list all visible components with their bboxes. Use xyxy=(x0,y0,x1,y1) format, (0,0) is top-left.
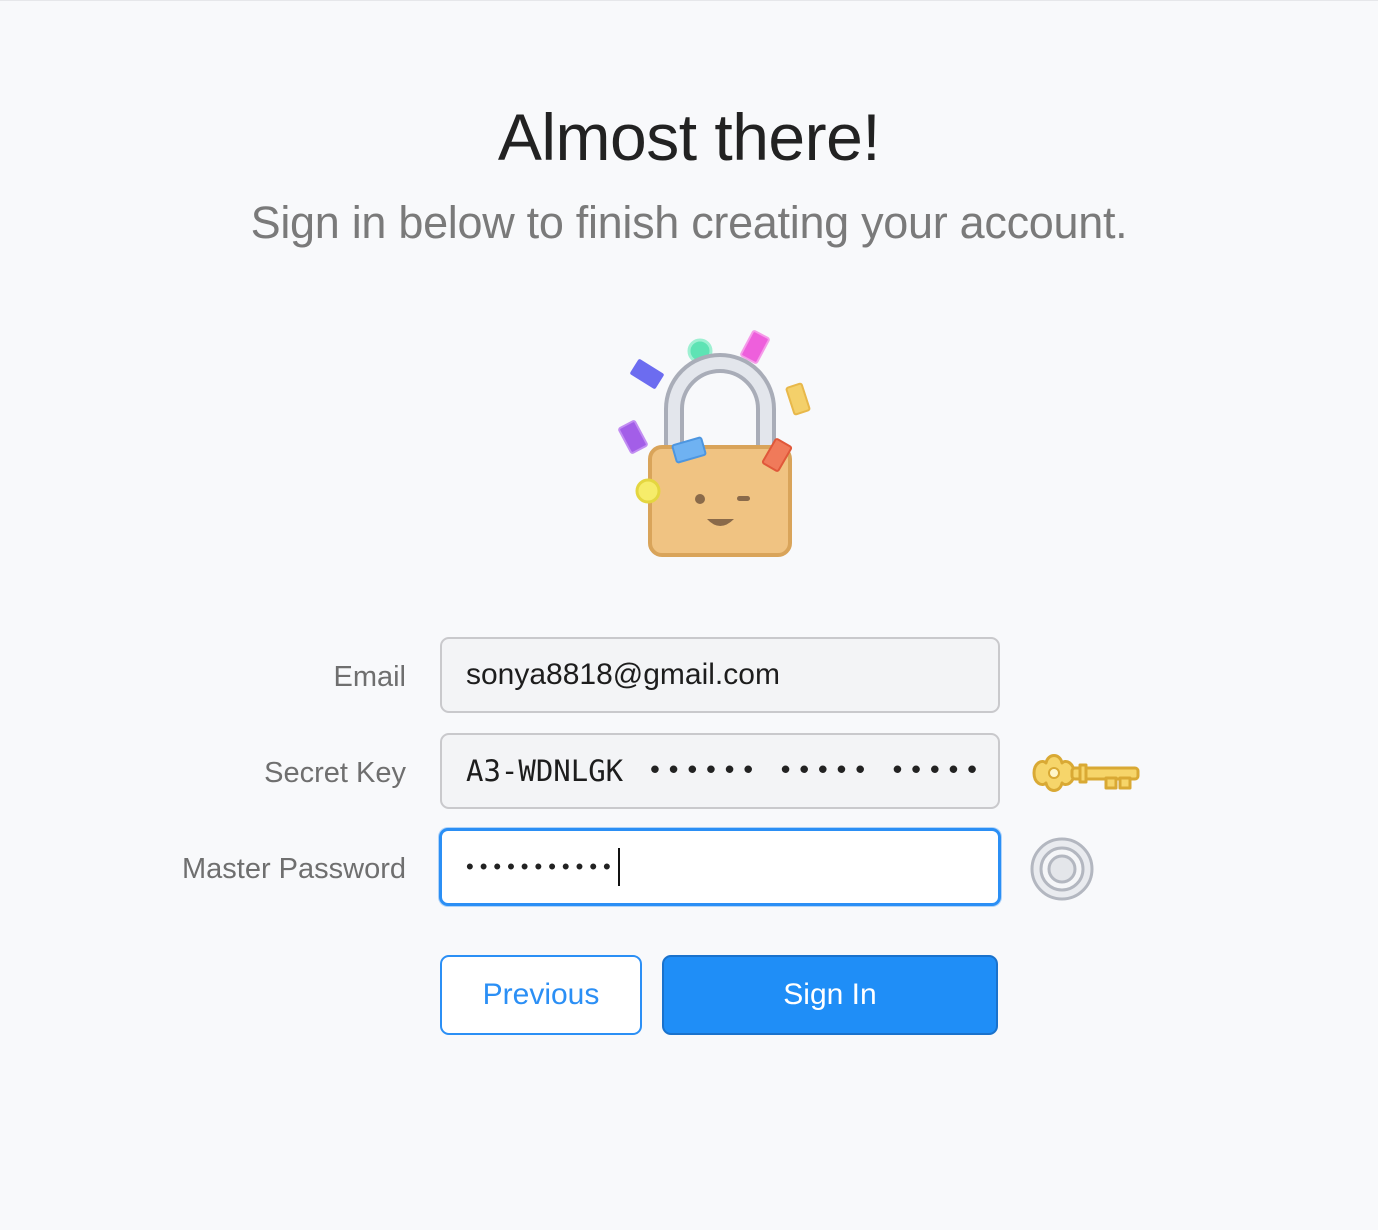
confetti-piece xyxy=(618,420,648,454)
padlock-illustration xyxy=(618,330,811,557)
previous-button[interactable]: Previous xyxy=(440,955,642,1035)
page-title: Almost there! xyxy=(497,100,881,174)
master-password-label: Master Password xyxy=(181,853,406,885)
email-label: Email xyxy=(333,661,406,693)
lock-wink xyxy=(737,496,750,501)
confetti-piece xyxy=(740,330,770,364)
page-subtitle: Sign in below to finish creating your ac… xyxy=(250,197,1128,248)
sign-in-button[interactable]: Sign In xyxy=(662,955,998,1035)
golden-key-icon xyxy=(1032,754,1140,792)
master-password-field[interactable]: ••••••••••• xyxy=(439,828,1001,906)
text-caret xyxy=(617,848,620,886)
secret-key-field[interactable]: A3-WDNLGK •••••• ••••• ••••• xyxy=(440,733,1000,809)
secret-key-masked: •••••• ••••• ••••• xyxy=(647,756,983,786)
lock-shackle-inner xyxy=(668,357,772,449)
sign-in-page: Almost there! Sign in below to finish cr… xyxy=(0,0,1378,1230)
confetti-piece xyxy=(635,478,661,504)
confetti-piece xyxy=(785,382,811,416)
master-password-masked: ••••••••••• xyxy=(466,854,617,879)
confetti-piece xyxy=(630,359,664,389)
email-field[interactable]: sonya8818@gmail.com xyxy=(440,637,1000,713)
secret-key-prefix: A3-WDNLGK xyxy=(466,754,624,788)
email-value: sonya8818@gmail.com xyxy=(466,658,780,691)
secret-key-label: Secret Key xyxy=(264,757,406,789)
key-collar xyxy=(1078,763,1088,784)
lock-eye xyxy=(695,494,705,504)
vault-dial-icon[interactable] xyxy=(1028,835,1096,903)
